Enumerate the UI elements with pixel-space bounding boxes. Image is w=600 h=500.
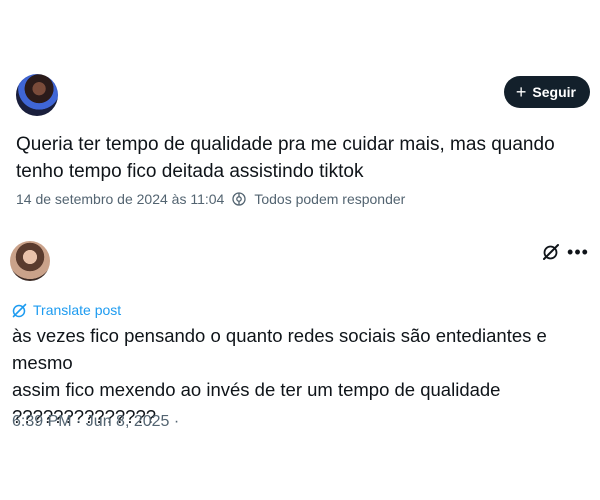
follow-button-label: Seguir xyxy=(532,84,576,100)
post-text: Queria ter tempo de qualidade pra me cui… xyxy=(16,134,555,182)
reply-setting-text: Todos podem responder xyxy=(254,191,406,207)
reply-settings-icon xyxy=(232,192,246,206)
more-icon[interactable]: ••• xyxy=(567,242,588,262)
grok-icon[interactable] xyxy=(542,243,560,261)
plus-icon: + xyxy=(515,81,527,102)
translate-post-link[interactable]: Translate post xyxy=(12,302,121,318)
post-text-line: assim fico mexendo ao invés de ter um te… xyxy=(12,379,501,400)
avatar[interactable] xyxy=(10,241,50,281)
post-timestamp[interactable]: 14 de setembro de 2024 às 11:04 xyxy=(16,191,224,207)
post-text-line: às vezes fico pensando o quanto redes so… xyxy=(12,325,547,373)
translate-icon xyxy=(12,303,27,318)
follow-button[interactable]: + Seguir xyxy=(503,76,590,108)
post-timestamp[interactable]: 6:39 PM · Jun 8, 2025 · xyxy=(12,413,179,431)
avatar[interactable] xyxy=(16,74,58,116)
translate-post-label: Translate post xyxy=(33,302,122,318)
post-meta: 14 de setembro de 2024 às 11:04 Todos po… xyxy=(16,191,405,207)
